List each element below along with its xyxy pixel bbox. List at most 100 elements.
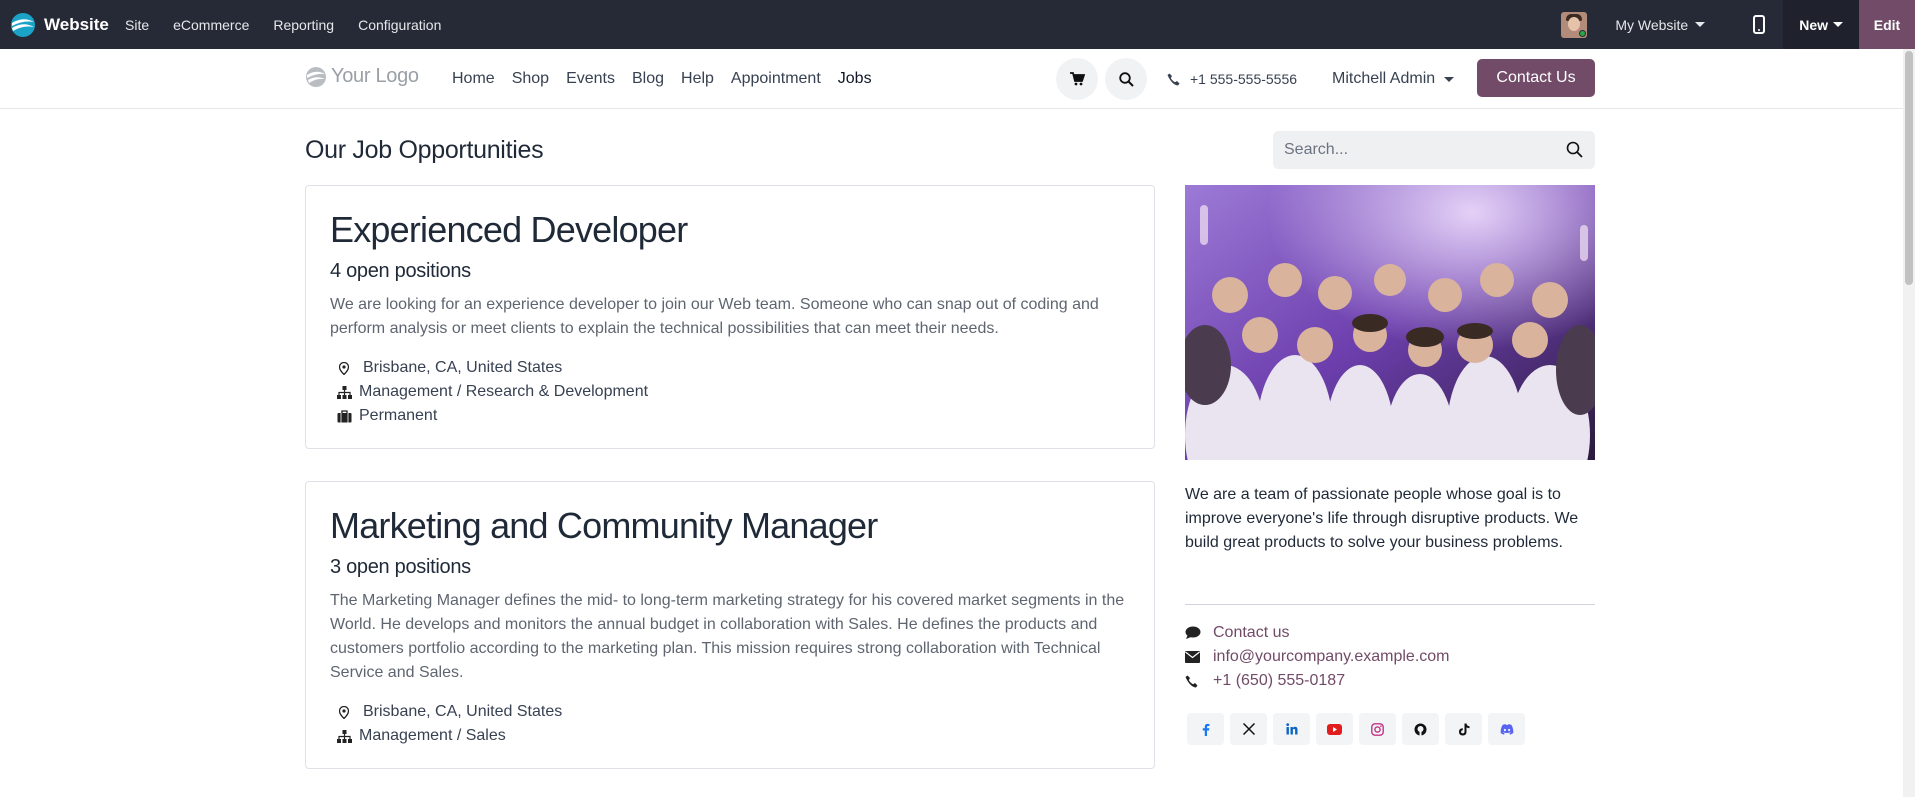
github-icon xyxy=(1414,723,1427,735)
menu-ecommerce[interactable]: eCommerce xyxy=(173,17,261,33)
tiktok-button[interactable] xyxy=(1445,713,1482,745)
user-name: Mitchell Admin xyxy=(1332,70,1436,87)
job-open-positions: 3 open positions xyxy=(330,556,471,578)
sitemap-icon xyxy=(330,385,358,399)
job-description: We are looking for an experience develop… xyxy=(330,296,1099,337)
x-button[interactable] xyxy=(1230,713,1267,745)
contact-links: Contact us info@yourcompany.example.com … xyxy=(1185,621,1450,693)
caret-down-icon xyxy=(1833,22,1843,27)
job-description: The Marketing Manager defines the mid- t… xyxy=(330,592,1125,681)
job-details: Brisbane, CA, United States Management /… xyxy=(330,700,1130,748)
page-title: Our Job Opportunities xyxy=(305,136,544,164)
mobile-icon xyxy=(1753,15,1766,34)
nav-jobs[interactable]: Jobs xyxy=(838,70,872,88)
main-nav: Home Shop Events Blog Help Appointment J… xyxy=(452,49,889,109)
envelope-icon xyxy=(1185,651,1213,663)
email-link[interactable]: info@yourcompany.example.com xyxy=(1185,645,1450,669)
x-icon xyxy=(1242,723,1255,735)
site-logo[interactable]: Your Logo xyxy=(305,65,419,88)
page-scrollbar[interactable] xyxy=(1903,49,1915,797)
cart-button[interactable] xyxy=(1056,58,1098,100)
linkedin-button[interactable] xyxy=(1273,713,1310,745)
nav-help[interactable]: Help xyxy=(681,70,714,88)
new-label: New xyxy=(1799,16,1828,33)
job-search xyxy=(1273,131,1595,169)
menu-reporting[interactable]: Reporting xyxy=(273,17,346,33)
logo-mark-icon xyxy=(306,66,326,87)
app-name: Website xyxy=(44,15,109,34)
contact-us-button[interactable]: Contact Us xyxy=(1477,59,1595,97)
map-marker-icon xyxy=(330,361,358,375)
github-button[interactable] xyxy=(1402,713,1439,745)
logo-text: Your Logo xyxy=(331,65,419,87)
youtube-button[interactable] xyxy=(1316,713,1353,745)
instagram-button[interactable] xyxy=(1359,713,1396,745)
job-details: Brisbane, CA, United States Management /… xyxy=(330,356,1130,428)
nav-appointment[interactable]: Appointment xyxy=(731,70,821,88)
caret-down-icon xyxy=(1444,76,1455,82)
nav-home[interactable]: Home xyxy=(452,70,495,88)
job-location: Brisbane, CA, United States xyxy=(330,356,1130,380)
contact-us-link[interactable]: Contact us xyxy=(1185,621,1450,645)
job-contract: Permanent xyxy=(330,404,1130,428)
user-avatar[interactable] xyxy=(1561,11,1588,38)
nav-blog[interactable]: Blog xyxy=(632,70,664,88)
comment-icon xyxy=(1185,626,1213,640)
website-switcher-label: My Website xyxy=(1615,16,1689,33)
job-department: Management / Research & Development xyxy=(330,380,1130,404)
scrollbar-thumb[interactable] xyxy=(1905,51,1913,285)
youtube-icon xyxy=(1327,723,1342,735)
about-text: We are a team of passionate people whose… xyxy=(1185,486,1579,551)
menu-configuration[interactable]: Configuration xyxy=(358,17,453,33)
job-contract-text: Permanent xyxy=(359,407,438,424)
job-location: Brisbane, CA, United States xyxy=(330,700,1130,724)
job-department-text: Management / Sales xyxy=(359,727,506,744)
website-switcher[interactable]: My Website xyxy=(1615,16,1706,33)
job-card-experienced-developer[interactable]: Experienced Developer 4 open positions W… xyxy=(305,185,1155,449)
social-links xyxy=(1187,713,1525,745)
nav-events[interactable]: Events xyxy=(566,70,615,88)
sitemap-icon xyxy=(330,729,358,743)
menu-site[interactable]: Site xyxy=(125,17,161,33)
job-title[interactable]: Marketing and Community Manager xyxy=(330,506,1130,546)
search-icon xyxy=(1118,71,1134,87)
phone-icon xyxy=(1167,73,1180,85)
search-input[interactable] xyxy=(1273,131,1553,169)
instagram-icon xyxy=(1371,722,1384,736)
caret-down-icon xyxy=(1695,22,1706,27)
job-location-text: Brisbane, CA, United States xyxy=(363,359,563,376)
email-address: info@yourcompany.example.com xyxy=(1213,648,1450,665)
search-icon[interactable] xyxy=(1566,141,1583,158)
map-marker-icon xyxy=(330,705,358,719)
job-open-positions: 4 open positions xyxy=(330,260,471,282)
team-photo xyxy=(1185,185,1595,460)
admin-menu: Site eCommerce Reporting Configuration xyxy=(125,0,465,49)
nav-shop[interactable]: Shop xyxy=(512,70,549,88)
admin-navbar: Website Site eCommerce Reporting Configu… xyxy=(0,0,1915,49)
facebook-button[interactable] xyxy=(1187,713,1224,745)
briefcase-icon xyxy=(330,409,358,423)
search-toggle-button[interactable] xyxy=(1105,58,1147,100)
website-header: Your Logo Home Shop Events Blog Help App… xyxy=(0,49,1915,109)
phone-icon xyxy=(1185,675,1213,688)
sidebar-divider xyxy=(1185,604,1595,605)
phone-link[interactable]: +1 (650) 555-0187 xyxy=(1185,669,1450,693)
new-content-button[interactable]: New xyxy=(1783,0,1859,49)
mobile-preview-button[interactable] xyxy=(1735,0,1783,49)
app-brand[interactable]: Website xyxy=(10,12,109,38)
tiktok-icon xyxy=(1458,723,1469,735)
job-department: Management / Sales xyxy=(330,724,1130,748)
discord-icon xyxy=(1500,723,1513,735)
discord-button[interactable] xyxy=(1488,713,1525,745)
edit-button[interactable]: Edit xyxy=(1859,0,1915,49)
job-location-text: Brisbane, CA, United States xyxy=(363,703,563,720)
linkedin-icon xyxy=(1285,723,1297,735)
contact-us-label: Contact us xyxy=(1213,624,1290,641)
facebook-icon xyxy=(1202,723,1209,736)
user-menu[interactable]: Mitchell Admin xyxy=(1332,49,1455,109)
phone-number: +1 (650) 555-0187 xyxy=(1213,672,1346,689)
job-title[interactable]: Experienced Developer xyxy=(330,210,1130,250)
header-phone-number: +1 555-555-5556 xyxy=(1190,71,1298,87)
job-card-marketing-manager[interactable]: Marketing and Community Manager 3 open p… xyxy=(305,481,1155,769)
header-phone[interactable]: +1 555-555-5556 xyxy=(1167,49,1297,109)
